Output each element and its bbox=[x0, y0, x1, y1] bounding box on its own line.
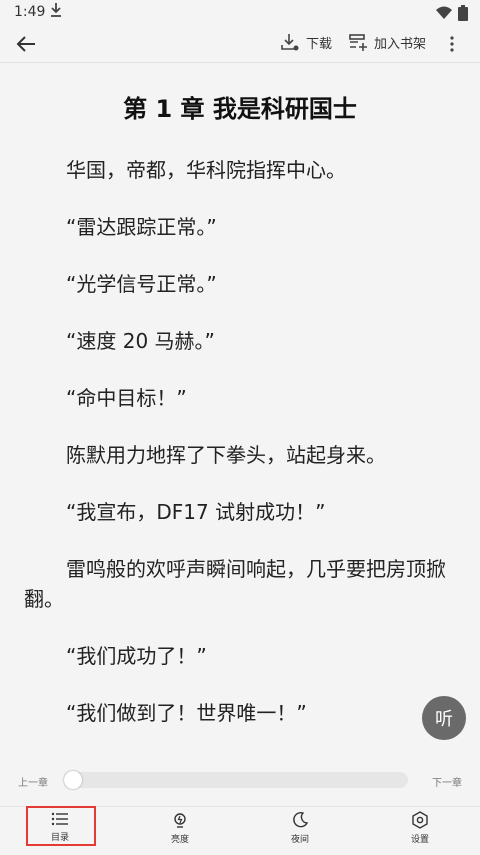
wifi-icon bbox=[436, 6, 452, 24]
status-bar: 1:49 bbox=[0, 0, 480, 26]
add-shelf-label: 加入书架 bbox=[374, 36, 427, 52]
top-toolbar: 下载 加入书架 bbox=[0, 26, 480, 63]
moon-icon bbox=[293, 811, 309, 828]
arrow-left-icon bbox=[16, 36, 35, 52]
gear-icon bbox=[412, 811, 428, 829]
chapter-progress-slider[interactable] bbox=[64, 771, 408, 789]
paragraph: “命中目标！” bbox=[66, 386, 187, 410]
back-button[interactable] bbox=[10, 30, 42, 58]
brightness-icon bbox=[174, 813, 186, 828]
next-chapter-button[interactable]: 下一章 bbox=[432, 774, 462, 789]
paragraph: 陈默用力地挥了下拳头，站起身来。 bbox=[66, 443, 386, 467]
add-to-shelf-button[interactable]: 加入书架 bbox=[348, 32, 426, 52]
reader-content[interactable]: 第 1 章 我是科研国士 华国，帝都，华科院指挥中心。 “雷达跟踪正常。” “光… bbox=[0, 63, 480, 753]
download-label: 下载 bbox=[306, 36, 333, 52]
chapter-progress: 上一章 下一章 bbox=[0, 764, 480, 796]
toc-highlight bbox=[26, 806, 96, 846]
paragraph: 华国，帝都，华科院指挥中心。 bbox=[66, 158, 346, 182]
brightness-label: 亮度 bbox=[170, 835, 189, 845]
paragraph: “我们成功了！” bbox=[66, 644, 207, 668]
add-shelf-icon bbox=[349, 34, 367, 51]
paragraph: “速度 20 马赫。” bbox=[66, 329, 215, 353]
chapter-title: 第 1 章 我是科研国士 bbox=[123, 95, 357, 123]
chapter-text: 华国，帝都，华科院指挥中心。 “雷达跟踪正常。” “光学信号正常。” “速度 2… bbox=[0, 155, 480, 728]
status-icons bbox=[436, 5, 468, 25]
night-mode-button[interactable]: 夜间 bbox=[260, 811, 340, 853]
download-icon bbox=[281, 34, 299, 51]
night-label: 夜间 bbox=[290, 835, 309, 845]
battery-icon bbox=[458, 5, 468, 25]
more-vert-icon bbox=[450, 36, 454, 52]
download-status-icon bbox=[50, 2, 62, 22]
listen-button[interactable]: 听 bbox=[422, 696, 466, 740]
brightness-button[interactable]: 亮度 bbox=[140, 811, 220, 853]
paragraph: “我们做到了！世界唯一！” bbox=[66, 701, 307, 725]
settings-label: 设置 bbox=[410, 835, 429, 845]
status-time: 1:49 bbox=[14, 4, 46, 20]
slider-thumb[interactable] bbox=[64, 771, 82, 789]
paragraph: 雷鸣般的欢呼声瞬间响起，几乎要把房顶掀翻。 bbox=[24, 557, 446, 611]
paragraph: “我宣布，DF17 试射成功！” bbox=[66, 500, 326, 524]
settings-button[interactable]: 设置 bbox=[380, 811, 460, 853]
download-button[interactable]: 下载 bbox=[280, 32, 332, 52]
prev-chapter-button[interactable]: 上一章 bbox=[18, 774, 48, 789]
paragraph: “光学信号正常。” bbox=[66, 272, 217, 296]
more-options-button[interactable] bbox=[446, 31, 458, 57]
paragraph: “雷达跟踪正常。” bbox=[66, 215, 217, 239]
